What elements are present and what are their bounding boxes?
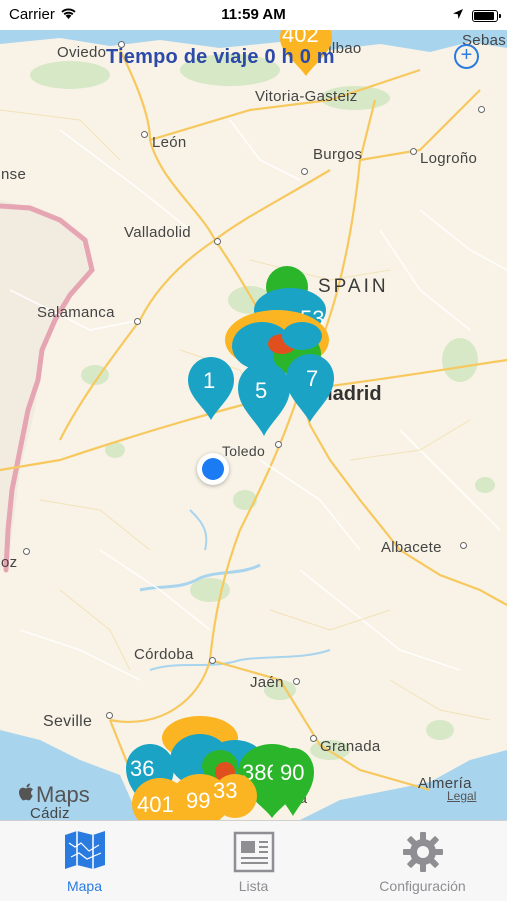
tab-label-mapa: Mapa: [66, 878, 103, 894]
pin-label-401: 401: [137, 792, 174, 817]
city-dot-salamanca: [134, 318, 141, 325]
status-time: 11:59 AM: [221, 6, 286, 23]
pin-label-99: 99: [186, 788, 211, 813]
pin-label-90: 90: [280, 760, 305, 785]
maps-attribution-label: Maps: [36, 782, 90, 807]
map-icon: [0, 831, 169, 871]
city-granada: Granada: [320, 738, 381, 755]
city-albacete: Albacete: [381, 539, 442, 556]
location-arrow-icon: [452, 7, 464, 25]
city-jaen: Jaén: [250, 674, 284, 691]
city-valladolid: Valladolid: [124, 224, 191, 241]
city-leon: León: [152, 134, 187, 151]
tab-lista[interactable]: Lista: [169, 821, 338, 901]
legal-link[interactable]: Legal: [447, 789, 476, 803]
city-dot-seville: [106, 712, 113, 719]
city-seville: Seville: [43, 713, 93, 730]
list-icon: [169, 831, 338, 873]
city-dot-valladolid: [214, 238, 221, 245]
pin-label-33: 33: [213, 778, 238, 803]
city-vitoria: Vitoria-Gasteiz: [255, 88, 358, 105]
status-bar: Carrier 11:59 AM: [0, 0, 507, 30]
city-dot-jaen: [293, 678, 300, 685]
city-dot-leon: [141, 131, 148, 138]
user-location-dot: [197, 453, 229, 485]
tab-label-configuracion: Configuración: [379, 878, 466, 894]
gear-icon: [338, 831, 507, 872]
apple-logo-icon: [18, 782, 34, 808]
pin-label-7: 7: [306, 366, 319, 391]
tab-label-lista: Lista: [238, 878, 269, 894]
status-right: [452, 7, 501, 25]
city-oviedo: Oviedo: [57, 44, 107, 61]
city-cordoba: Córdoba: [134, 646, 194, 663]
city-badajoz: oz: [1, 554, 18, 571]
pin-label-5: 5: [255, 378, 268, 403]
city-dot-badajoz: [23, 548, 30, 555]
city-dot-cordoba: [209, 657, 216, 664]
zoom-add-button[interactable]: +: [454, 44, 479, 69]
city-salamanca: Salamanca: [37, 304, 115, 321]
apple-maps-attribution: Maps: [18, 782, 90, 808]
city-dot-burgos: [301, 168, 308, 175]
city-dot-pamplona: [478, 106, 485, 113]
city-burgos: Burgos: [313, 146, 363, 163]
city-dot-logrono: [410, 148, 417, 155]
tab-configuracion[interactable]: Configuración: [338, 821, 507, 901]
tab-mapa[interactable]: Mapa: [0, 821, 169, 901]
travel-time-label: Tiempo de viaje 0 h 0 m: [106, 46, 335, 68]
map-view[interactable]: Oviedo Bilbao Sebas Vitoria-Gasteiz León…: [0, 30, 507, 820]
battery-icon: [472, 10, 501, 22]
city-logrono: Logroño: [420, 150, 478, 167]
city-toledo: Toledo: [222, 443, 266, 459]
tab-bar: Mapa Lista Configuración: [0, 820, 507, 901]
city-ourense: nse: [1, 166, 27, 183]
pin-label-1: 1: [203, 368, 216, 393]
city-dot-toledo: [275, 441, 282, 448]
city-dot-albacete: [460, 542, 467, 549]
